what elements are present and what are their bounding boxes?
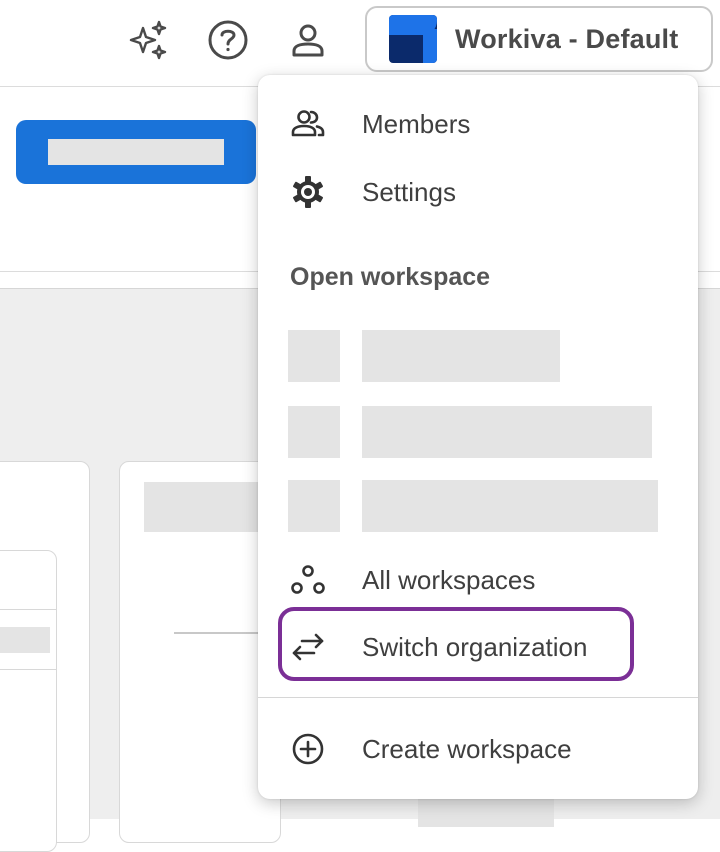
menu-item-create-workspace[interactable]: Create workspace bbox=[258, 717, 698, 781]
workspace-item[interactable] bbox=[258, 406, 698, 462]
members-icon bbox=[288, 104, 328, 144]
inner-panel bbox=[0, 550, 57, 852]
content-card bbox=[119, 461, 281, 843]
workspace-icon-placeholder bbox=[288, 406, 340, 458]
workspace-name-placeholder bbox=[362, 406, 652, 458]
placeholder-block bbox=[418, 797, 554, 827]
help-icon[interactable] bbox=[206, 18, 250, 62]
button-label-placeholder bbox=[48, 139, 224, 165]
workspace-icon-placeholder bbox=[288, 480, 340, 532]
highlight-outline bbox=[278, 607, 634, 681]
organization-switcher-button[interactable]: Workiva - Default bbox=[365, 6, 713, 72]
menu-item-all-workspaces[interactable]: All workspaces bbox=[258, 548, 698, 612]
sparkle-icon[interactable] bbox=[126, 18, 170, 62]
workspace-item[interactable] bbox=[258, 480, 698, 536]
menu-item-label: Members bbox=[362, 108, 471, 139]
content-card bbox=[0, 461, 90, 852]
menu-item-label: Create workspace bbox=[362, 733, 572, 764]
menu-divider bbox=[258, 697, 698, 698]
workspace-name-placeholder bbox=[362, 330, 560, 382]
menu-item-members[interactable]: Members bbox=[258, 92, 698, 156]
workiva-logo bbox=[389, 15, 437, 63]
menu-item-settings[interactable]: Settings bbox=[258, 160, 698, 224]
gear-icon bbox=[288, 172, 328, 212]
workspace-item[interactable] bbox=[258, 330, 698, 386]
workspace-icon-placeholder bbox=[288, 330, 340, 382]
row-placeholder bbox=[0, 627, 50, 653]
workspace-name-placeholder bbox=[362, 480, 658, 532]
user-dropdown-menu: Members Settings Open workspace All work… bbox=[258, 75, 698, 799]
organization-name: Workiva - Default bbox=[455, 23, 679, 54]
primary-action-button[interactable] bbox=[16, 120, 256, 184]
top-bar: Workiva - Default bbox=[0, 0, 720, 87]
user-icon[interactable] bbox=[286, 18, 330, 62]
workspaces-icon bbox=[288, 560, 328, 600]
menu-item-label: All workspaces bbox=[362, 564, 536, 595]
menu-item-label: Settings bbox=[362, 176, 456, 207]
open-workspace-heading: Open workspace bbox=[290, 263, 491, 291]
plus-circle-icon bbox=[288, 729, 328, 769]
